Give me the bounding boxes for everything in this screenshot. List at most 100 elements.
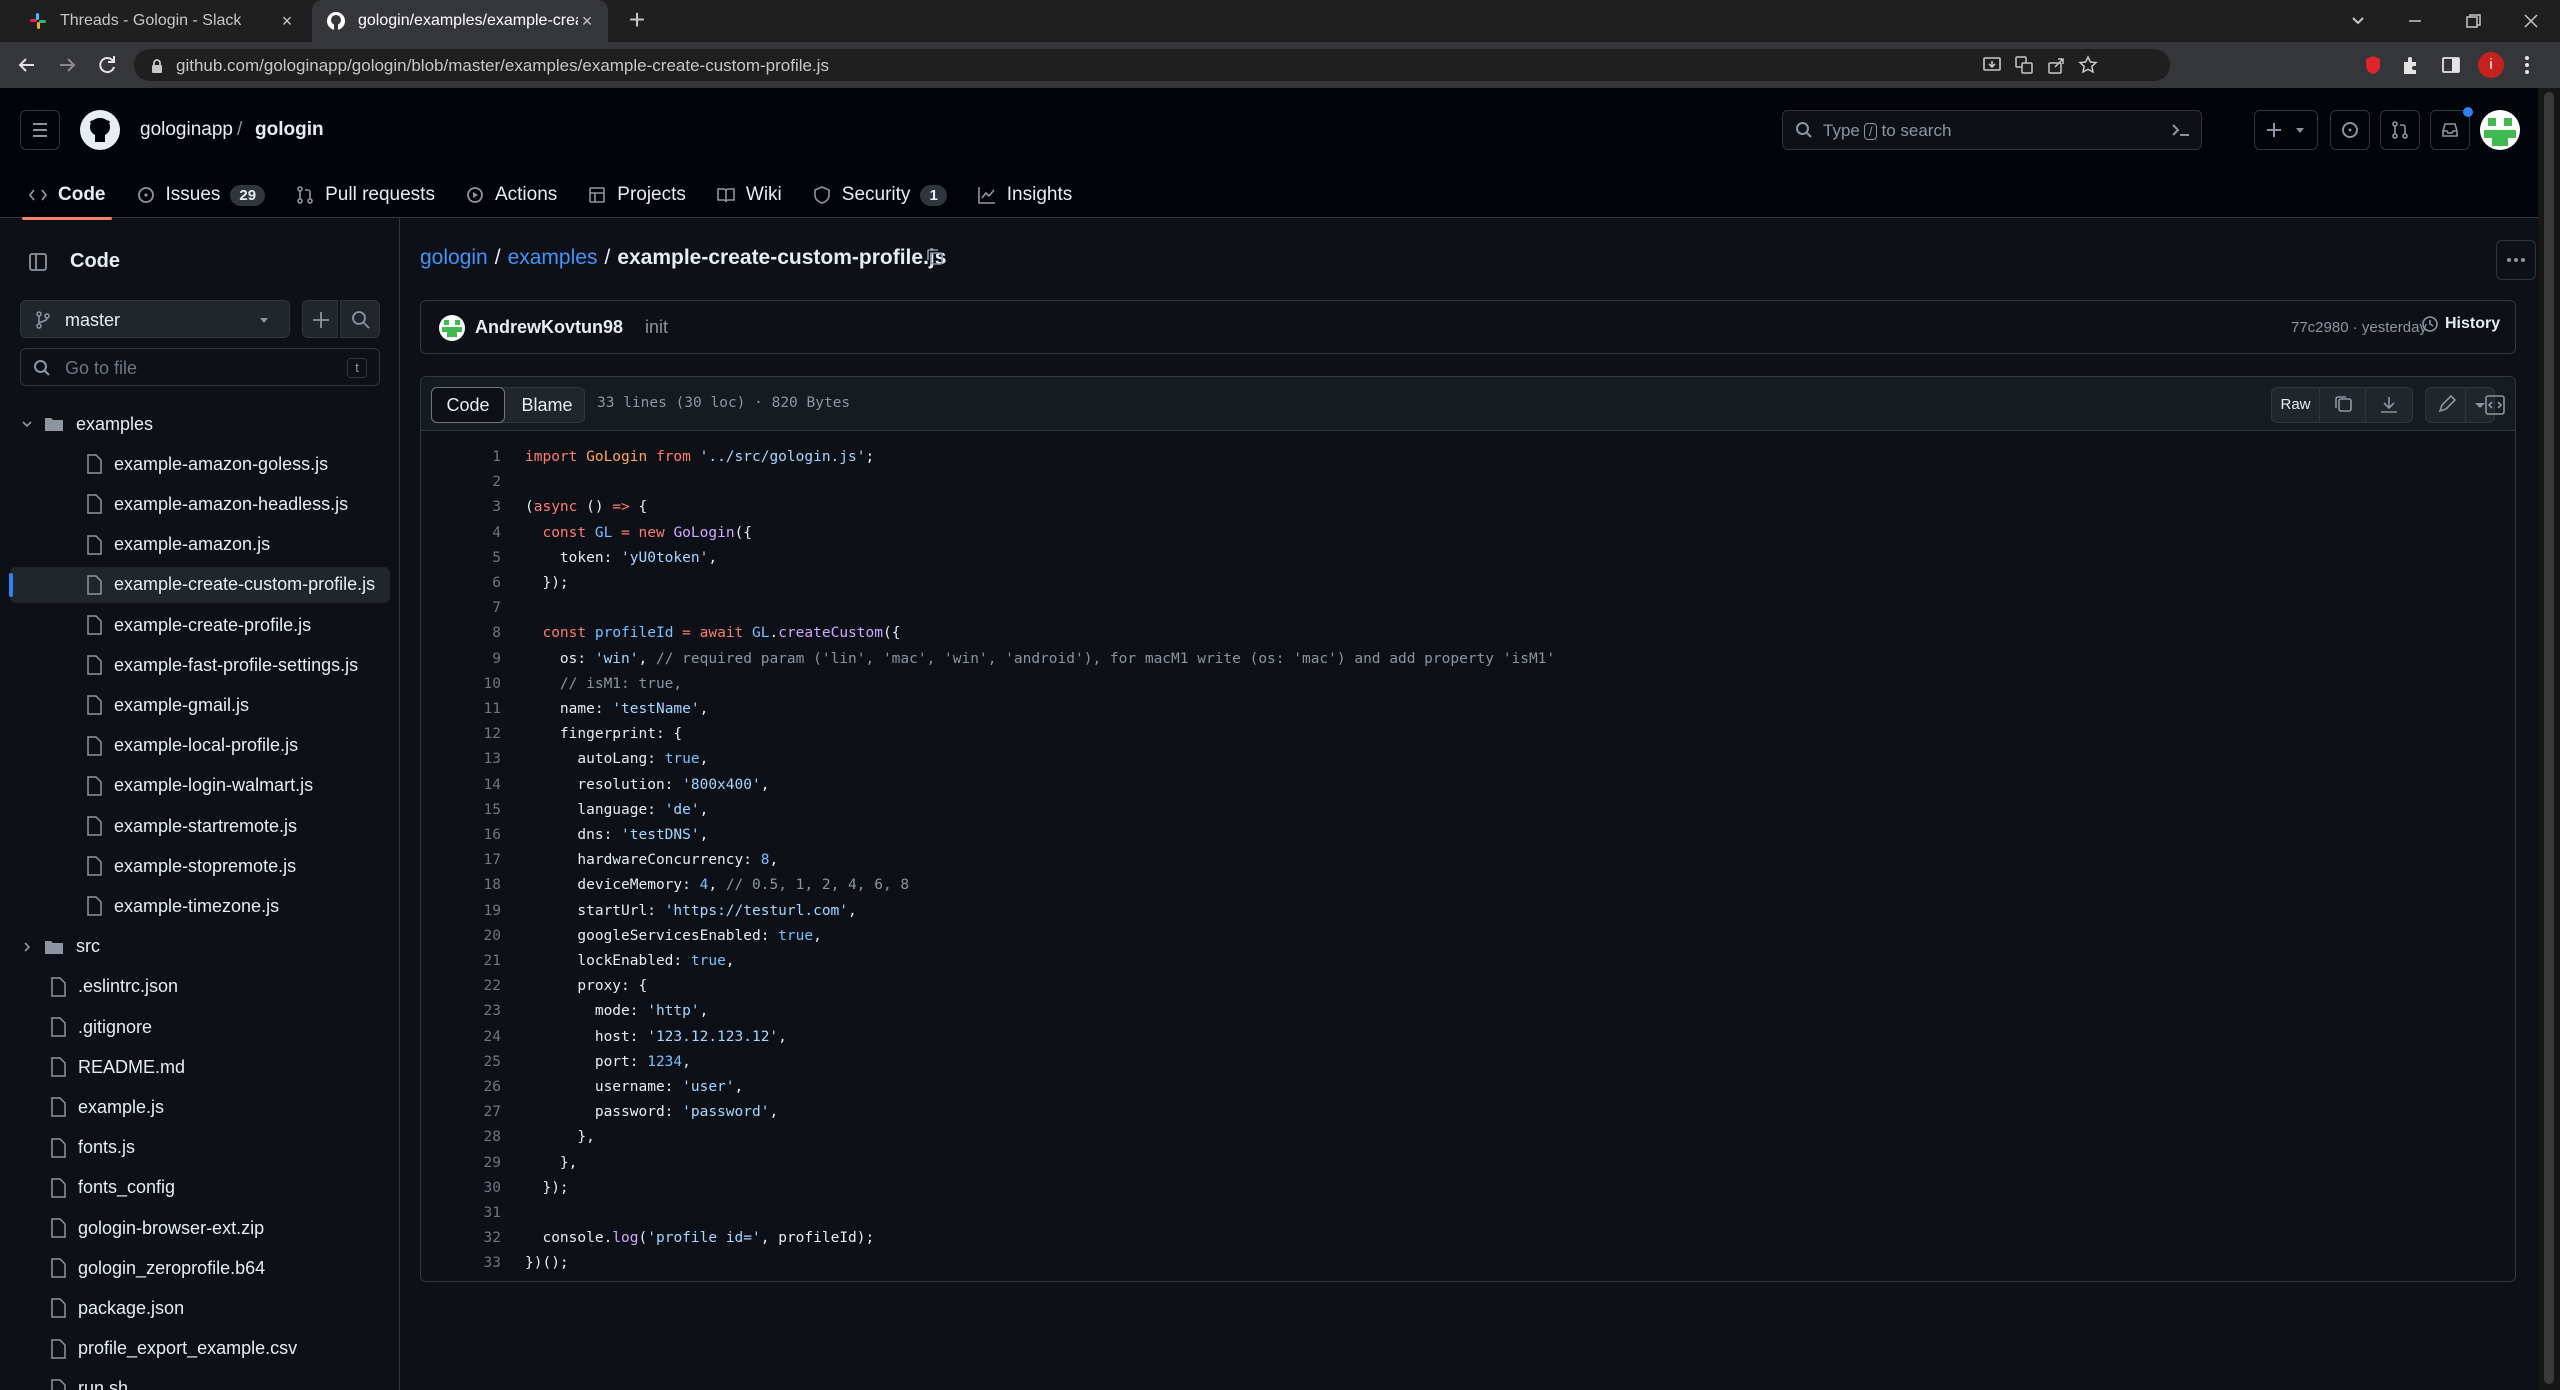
browser-tab-github[interactable]: gologin/examples/example-creat × [312, 0, 608, 42]
inbox-button[interactable] [2430, 107, 2473, 150]
line-number[interactable]: 2 [421, 470, 501, 495]
line-number[interactable]: 23 [421, 999, 501, 1024]
line-number[interactable]: 25 [421, 1050, 501, 1075]
line-number[interactable]: 1 [421, 445, 501, 470]
line-number[interactable]: 7 [421, 596, 501, 621]
search-files-button[interactable] [340, 300, 380, 338]
tab-issues[interactable]: Issues 29 [136, 172, 266, 218]
tree-file[interactable]: profile_export_example.csv [10, 1331, 390, 1367]
line-number[interactable]: 12 [421, 722, 501, 747]
tab-code[interactable]: Code [22, 172, 111, 220]
collapse-sidebar-button[interactable] [20, 244, 56, 280]
symbols-panel-button[interactable] [2477, 387, 2513, 423]
line-number[interactable]: 21 [421, 949, 501, 974]
line-number[interactable]: 13 [421, 747, 501, 772]
line-number[interactable]: 4 [421, 521, 501, 546]
install-app-icon[interactable] [1982, 55, 2002, 75]
line-number[interactable]: 30 [421, 1176, 501, 1201]
tree-folder[interactable]: examples [10, 406, 390, 442]
line-number[interactable]: 22 [421, 974, 501, 999]
restore-icon[interactable] [2462, 10, 2484, 32]
tree-file[interactable]: example-fast-profile-settings.js [10, 647, 390, 683]
repo-owner-link[interactable]: gologinapp [140, 119, 233, 141]
lock-icon[interactable] [150, 58, 164, 74]
code-view-tab[interactable]: Code [431, 387, 505, 423]
issues-button[interactable] [2330, 110, 2370, 150]
line-number[interactable]: 28 [421, 1125, 501, 1150]
tab-security[interactable]: Security 1 [812, 172, 947, 218]
address-bar[interactable]: github.com/gologinapp/gologin/blob/maste… [134, 49, 2170, 81]
close-window-icon[interactable] [2520, 10, 2542, 32]
line-number[interactable]: 29 [421, 1151, 501, 1176]
tree-file[interactable]: example-create-profile.js [10, 607, 390, 643]
extensions-puzzle-icon[interactable] [2400, 54, 2422, 76]
close-icon[interactable]: × [578, 12, 596, 30]
line-number[interactable]: 31 [421, 1201, 501, 1226]
tree-file[interactable]: gologin_zeroprofile.b64 [10, 1250, 390, 1286]
line-number[interactable]: 14 [421, 773, 501, 798]
reload-icon[interactable] [94, 52, 120, 78]
more-options-button[interactable] [2496, 240, 2536, 280]
download-raw-button[interactable] [2366, 388, 2412, 422]
tab-insights[interactable]: Insights [977, 172, 1072, 218]
tree-file[interactable]: package.json [10, 1290, 390, 1326]
history-button[interactable]: History [2421, 315, 2500, 333]
tree-file[interactable]: example-amazon-goless.js [10, 446, 390, 482]
minimize-icon[interactable] [2404, 10, 2426, 32]
tree-file[interactable]: example-login-walmart.js [10, 768, 390, 804]
tree-file[interactable]: example-create-custom-profile.js [9, 566, 390, 603]
page-scrollbar[interactable] [2538, 88, 2560, 1390]
translate-icon[interactable] [2014, 55, 2034, 75]
line-number[interactable]: 26 [421, 1075, 501, 1100]
browser-tab-slack[interactable]: Threads - Gologin - Slack × [14, 0, 308, 42]
pull-requests-button[interactable] [2380, 110, 2420, 150]
line-number[interactable]: 10 [421, 672, 501, 697]
line-number[interactable]: 32 [421, 1226, 501, 1251]
raw-button[interactable]: Raw [2272, 388, 2320, 422]
repo-name-link[interactable]: gologin [255, 119, 324, 141]
line-number[interactable]: 18 [421, 873, 501, 898]
line-number[interactable]: 5 [421, 546, 501, 571]
user-avatar[interactable] [2480, 110, 2520, 150]
tree-file[interactable]: fonts_config [10, 1170, 390, 1206]
tab-search-icon[interactable] [2348, 10, 2368, 30]
close-icon[interactable]: × [278, 12, 296, 30]
line-number[interactable]: 19 [421, 899, 501, 924]
extension-shield-icon[interactable] [2362, 54, 2384, 76]
branch-selector[interactable]: master [20, 300, 290, 338]
commit-author[interactable]: AndrewKovtun98 [475, 317, 623, 338]
line-number[interactable]: 20 [421, 924, 501, 949]
tree-file[interactable]: example-amazon-headless.js [10, 486, 390, 522]
github-logo-icon[interactable] [78, 108, 122, 152]
commit-author-avatar[interactable] [439, 315, 465, 341]
tab-pull-requests[interactable]: Pull requests [295, 172, 435, 218]
tree-file[interactable]: example-stopremote.js [10, 848, 390, 884]
line-number[interactable]: 8 [421, 621, 501, 646]
breadcrumb-link[interactable]: gologin [420, 246, 488, 270]
line-number[interactable]: 27 [421, 1100, 501, 1125]
tab-wiki[interactable]: Wiki [716, 172, 782, 218]
share-icon[interactable] [2046, 55, 2066, 75]
tree-file[interactable]: .gitignore [10, 1009, 390, 1045]
blame-view-tab[interactable]: Blame [512, 388, 582, 422]
line-number[interactable]: 9 [421, 647, 501, 672]
line-number[interactable]: 17 [421, 848, 501, 873]
tree-file[interactable]: run.sh [10, 1371, 390, 1390]
copy-raw-button[interactable] [2320, 388, 2366, 422]
tree-file[interactable]: example.js [10, 1089, 390, 1125]
tree-file[interactable]: .eslintrc.json [10, 969, 390, 1005]
create-new-button[interactable] [2254, 110, 2318, 150]
hamburger-menu-button[interactable] [20, 110, 60, 150]
add-file-button[interactable] [302, 300, 338, 338]
line-number[interactable]: 15 [421, 798, 501, 823]
tree-file[interactable]: gologin-browser-ext.zip [10, 1210, 390, 1246]
line-number[interactable]: 11 [421, 697, 501, 722]
tab-projects[interactable]: Projects [587, 172, 686, 218]
tree-folder[interactable]: src [10, 929, 390, 965]
commit-meta[interactable]: 77c2980 · yesterday [2291, 319, 2427, 336]
code-viewer[interactable]: 1 import GoLogin from '../src/gologin.js'… [421, 445, 2515, 1275]
profile-avatar[interactable]: i [2478, 52, 2504, 78]
command-palette-icon[interactable] [2171, 121, 2191, 139]
tree-file[interactable]: README.md [10, 1049, 390, 1085]
bookmark-star-icon[interactable] [2078, 55, 2098, 75]
